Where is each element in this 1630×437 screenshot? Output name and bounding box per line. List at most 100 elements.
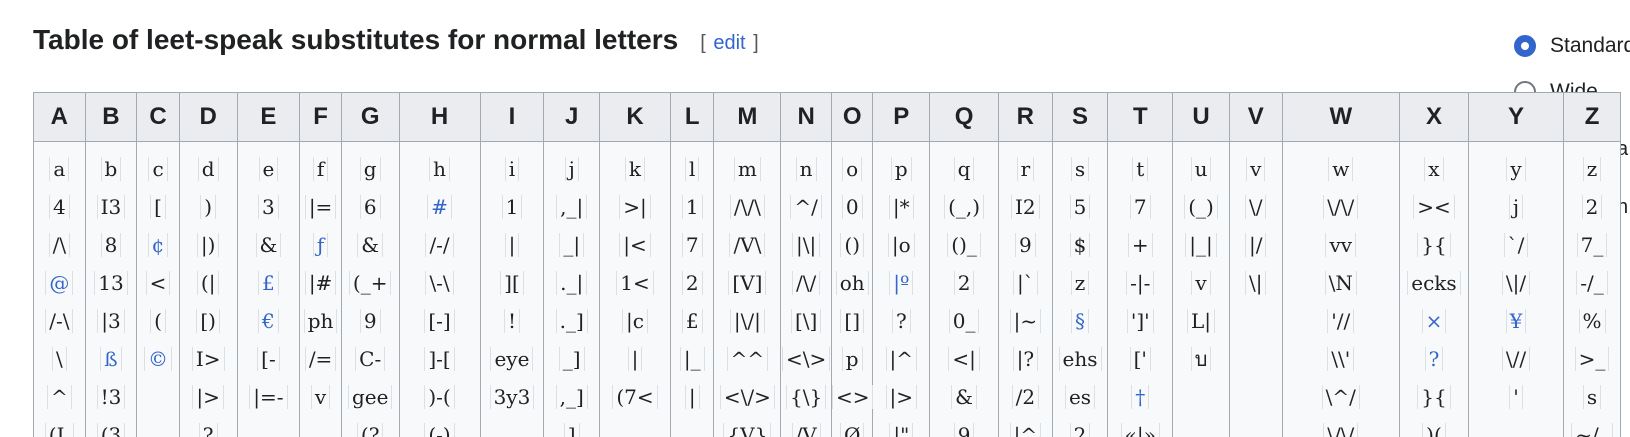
substitute-text: [V] — [728, 271, 767, 295]
substitute-text: < — [145, 271, 171, 295]
substitute-item: ' — [1469, 378, 1563, 416]
substitute-item: |# — [300, 264, 341, 302]
substitute-item: [V] — [714, 264, 780, 302]
substitute-text: /\/\ — [729, 195, 765, 219]
substitute-item: j — [544, 150, 599, 188]
substitute-text: |? — [1012, 347, 1039, 371]
substitute-item: 0_ — [930, 302, 998, 340]
column-header-u: U — [1172, 92, 1230, 142]
substitute-item: y — [1469, 150, 1563, 188]
substitute-text: oh — [835, 271, 869, 295]
substitute-item[interactable]: £ — [238, 264, 300, 302]
substitute-item: |/ — [1230, 226, 1282, 264]
substitute-item: [] — [832, 302, 873, 340]
substitute-item[interactable]: † — [1108, 378, 1172, 416]
substitute-item: |=- — [238, 378, 300, 416]
substitute-item[interactable]: ¢ — [137, 226, 179, 264]
substitute-item: |o — [873, 226, 929, 264]
substitute-item: (_,) — [930, 188, 998, 226]
substitutes-cell-h: h # /-/ \-\ [-]]-[)-((-) — [398, 141, 481, 437]
substitute-item[interactable]: ? — [1400, 340, 1468, 378]
substitute-text: L| — [1187, 309, 1216, 333]
substitute-item: \// — [1469, 340, 1563, 378]
substitute-item[interactable]: ¥ — [1469, 302, 1563, 340]
column-header-y: Y — [1467, 92, 1565, 142]
substitute-text: d — [197, 157, 219, 181]
substitute-item[interactable]: ß — [86, 340, 137, 378]
substitute-text: ƒ — [312, 233, 329, 257]
substitute-text: <| — [948, 347, 980, 371]
substitute-item: ecks — [1400, 264, 1468, 302]
substitute-item: v — [1173, 264, 1229, 302]
substitute-item: 6 — [342, 188, 399, 226]
edit-link[interactable]: edit — [713, 32, 745, 54]
substitute-text: \| — [1244, 271, 1267, 295]
substitute-text: /2 — [1011, 385, 1040, 409]
substitute-item[interactable]: # — [400, 188, 480, 226]
substitute-item: L| — [1173, 302, 1229, 340]
substitute-item: ph — [300, 302, 341, 340]
edit-section: [ edit ] — [700, 32, 759, 55]
substitute-item: \N — [1283, 264, 1399, 302]
substitute-item: |> — [180, 378, 237, 416]
substitutes-cell-z: z 2 7_ -/_% >_ s ~/_ — [1563, 141, 1621, 437]
substitute-text: 2 — [953, 271, 975, 295]
substitute-item: x — [1400, 150, 1468, 188]
substitute-item: es — [1053, 378, 1108, 416]
substitute-item: |= — [300, 188, 341, 226]
substitute-text: ._| — [556, 271, 588, 295]
substitute-item: ,_| — [544, 188, 599, 226]
substitute-text: | — [684, 385, 700, 409]
substitute-item: 9 — [930, 416, 998, 437]
column-header-s: S — [1051, 92, 1109, 142]
substitute-item: |> — [873, 378, 929, 416]
substitute-text: 13 — [94, 271, 128, 295]
substitutes-cell-v: v \/ |/ \| — [1228, 141, 1283, 437]
substitute-text: es — [1064, 385, 1096, 409]
substitute-text: ¢ — [147, 233, 169, 257]
substitute-text: ._] — [555, 309, 588, 333]
substitutes-cell-r: r I2 9 |` |~ |? /2 |^ — [998, 141, 1053, 437]
substitute-item: 2 — [1053, 416, 1108, 437]
column-header-g: G — [340, 92, 400, 142]
radio-selected-icon[interactable] — [1514, 35, 1536, 57]
substitute-item: 8 — [86, 226, 137, 264]
width-option-standard[interactable]: Standard — [1514, 34, 1630, 58]
substitute-text: & — [255, 233, 282, 257]
substitute-item: I3 — [86, 188, 137, 226]
substitute-text: € — [258, 309, 279, 333]
substitute-item[interactable]: © — [137, 340, 179, 378]
substitute-text: $ — [1069, 233, 1091, 257]
substitute-text: |_| — [1185, 233, 1217, 257]
substitute-text: /\/ — [792, 271, 821, 295]
substitute-item: \/ — [1230, 188, 1282, 226]
substitutes-cell-l: l 1 7 2 £ |_ | — [669, 141, 715, 437]
substitute-text: & — [951, 385, 977, 409]
substitute-text: }{ — [1417, 385, 1451, 409]
substitute-text: |) — [196, 233, 220, 257]
substitute-text: ? — [198, 423, 218, 437]
substitutes-cell-y: y j `/ \|/ ¥ \// ' — [1467, 141, 1565, 437]
substitute-item[interactable]: × — [1400, 302, 1468, 340]
substitute-item: /\ — [34, 226, 85, 264]
substitute-item: b — [86, 150, 137, 188]
substitute-text: \// — [1501, 347, 1531, 371]
substitute-item[interactable]: € — [238, 302, 300, 340]
substitute-item: s — [1564, 378, 1620, 416]
substitute-item: /\/ — [781, 264, 831, 302]
substitute-item: `/ — [1469, 226, 1563, 264]
substitute-item: ehs — [1053, 340, 1108, 378]
substitute-text: ^ — [46, 385, 72, 409]
substitute-text: <> — [831, 385, 874, 409]
substitute-item[interactable]: @ — [34, 264, 85, 302]
substitute-item: \-\ — [400, 264, 480, 302]
substitute-text: u — [1190, 157, 1212, 181]
substitute-text: /\ — [48, 233, 71, 257]
substitute-item[interactable]: § — [1053, 302, 1108, 340]
substitute-text: [\] — [790, 309, 822, 333]
substitute-item[interactable]: |º — [873, 264, 929, 302]
substitute-text: 4 — [48, 195, 70, 219]
substitutes-cell-a: a 4 /\ @ /-\ \ ^ (L — [33, 141, 86, 437]
substitute-item: i — [481, 150, 544, 188]
substitute-item[interactable]: ƒ — [300, 226, 341, 264]
